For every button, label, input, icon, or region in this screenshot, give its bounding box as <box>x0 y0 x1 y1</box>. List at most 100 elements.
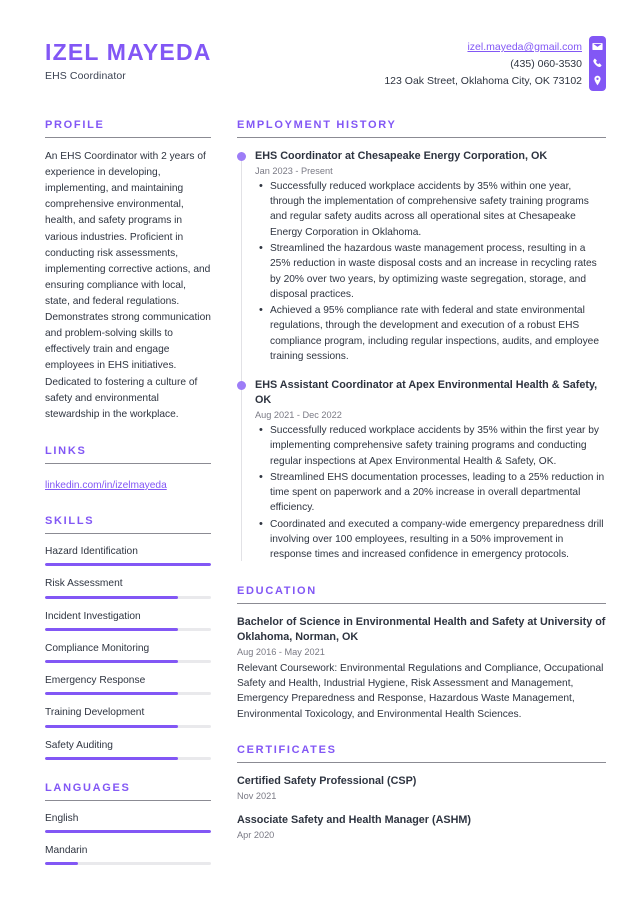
skill-item: Emergency Response <box>45 674 211 696</box>
language-label: Mandarin <box>45 845 88 857</box>
section-heading-links: LINKS <box>45 444 87 457</box>
skill-label: Emergency Response <box>45 675 146 687</box>
skill-bar-fill <box>45 724 178 728</box>
skill-label: Compliance Monitoring <box>45 642 150 654</box>
section-heading-employment: EMPLOYMENT HISTORY <box>237 119 397 131</box>
contact-block: izel.mayeda@gmail.com (435) 060-3530 123… <box>384 36 606 91</box>
employment-date-range: Aug 2021 - Dec 2022 <box>255 409 342 420</box>
skill-bar-fill <box>45 627 178 631</box>
section-divider <box>237 137 606 138</box>
employment-bullet: Successfully reduced workplace accidents… <box>255 422 606 469</box>
resume-page: IZEL MAYEDA EHS Coordinator izel.mayeda@… <box>0 0 640 905</box>
section-languages: LANGUAGES English Mandarin <box>45 782 211 866</box>
employment-job-title: EHS Assistant Coordinator at Apex Enviro… <box>255 379 598 407</box>
timeline-dot-icon <box>237 381 246 391</box>
education-entry: Bachelor of Science in Environmental Hea… <box>237 615 606 722</box>
language-bar-fill <box>45 830 211 834</box>
certificate-entry: Associate Safety and Health Manager (ASH… <box>237 813 606 840</box>
certificate-date: Apr 2020 <box>237 830 275 841</box>
section-heading-education: EDUCATION <box>237 584 317 597</box>
section-heading-certificates: CERTIFICATES <box>237 743 337 756</box>
employment-bullet: Coordinated and executed a company-wide … <box>255 516 606 563</box>
phone-icon <box>592 58 603 69</box>
skill-label: Safety Auditing <box>45 739 113 751</box>
section-certificates: CERTIFICATES Certified Safety Profession… <box>237 744 606 840</box>
section-divider <box>45 462 211 464</box>
education-degree: Bachelor of Science in Environmental Hea… <box>237 615 606 643</box>
skill-bar-track <box>45 692 211 696</box>
candidate-name: IZEL MAYEDA <box>45 39 212 65</box>
language-bar-track <box>45 830 211 834</box>
skill-bar-fill <box>45 595 178 599</box>
section-education: EDUCATION Bachelor of Science in Environ… <box>237 585 606 722</box>
timeline-dot-icon <box>237 152 246 161</box>
employment-entry: EHS Assistant Coordinator at Apex Enviro… <box>237 378 606 563</box>
skill-item: Safety Auditing <box>45 739 211 760</box>
contact-icon-rail <box>589 36 606 91</box>
skill-bar-track <box>45 595 211 599</box>
skill-item: Hazard Identification <box>45 545 211 567</box>
employment-timeline: EHS Coordinator at Chesapeake Energy Cor… <box>237 149 606 563</box>
skill-label: Risk Assessment <box>45 578 123 590</box>
envelope-icon <box>592 41 603 52</box>
certificate-entry: Certified Safety Professional (CSP) Nov … <box>237 774 606 801</box>
section-divider <box>237 602 606 604</box>
skill-bar-track <box>45 724 211 728</box>
contact-phone: (435) 060-3530 <box>510 58 582 70</box>
skill-bar-fill <box>45 692 178 696</box>
section-divider <box>45 137 211 138</box>
sidebar-column: PROFILE An EHS Coordinator with 2 years … <box>45 119 225 887</box>
language-bar-fill <box>45 862 79 866</box>
skill-bar-track <box>45 627 211 631</box>
certificate-date: Nov 2021 <box>237 791 277 802</box>
candidate-job-title: EHS Coordinator <box>45 70 126 83</box>
skill-item: Risk Assessment <box>45 577 211 599</box>
language-bar-track <box>45 862 211 866</box>
section-heading-languages: LANGUAGES <box>45 781 131 794</box>
skill-bar-track <box>45 756 211 760</box>
skill-item: Incident Investigation <box>45 610 211 631</box>
section-divider <box>45 533 211 535</box>
employment-date-range: Jan 2023 - Present <box>255 165 333 176</box>
identity-block: IZEL MAYEDA EHS Coordinator <box>45 36 212 82</box>
language-label: English <box>45 812 79 824</box>
main-column: EMPLOYMENT HISTORY EHS Coordinator at Ch… <box>225 119 606 887</box>
skill-label: Hazard Identification <box>45 546 138 558</box>
language-item: Mandarin <box>45 844 211 866</box>
employment-bullet-list: Successfully reduced workplace accidents… <box>255 178 606 365</box>
skill-label: Training Development <box>45 707 145 719</box>
section-heading-profile: PROFILE <box>45 119 105 131</box>
certificate-name: Associate Safety and Health Manager (ASH… <box>237 814 471 827</box>
resume-body: PROFILE An EHS Coordinator with 2 years … <box>0 91 640 887</box>
employment-entry: EHS Coordinator at Chesapeake Energy Cor… <box>237 149 606 365</box>
employment-bullet: Achieved a 95% compliance rate with fede… <box>255 302 606 364</box>
section-divider <box>45 799 211 801</box>
profile-summary-text: An EHS Coordinator with 2 years of exper… <box>45 151 211 420</box>
skill-bar-fill <box>45 563 211 567</box>
section-skills: SKILLS Hazard Identification Risk Assess… <box>45 515 211 760</box>
skill-item: Compliance Monitoring <box>45 642 211 664</box>
section-divider <box>237 761 606 763</box>
section-heading-skills: SKILLS <box>45 515 95 528</box>
education-date-range: Aug 2016 - May 2021 <box>237 646 325 657</box>
language-item: English <box>45 812 211 834</box>
skill-bar-fill <box>45 660 178 664</box>
contact-lines: izel.mayeda@gmail.com (435) 060-3530 123… <box>384 36 589 90</box>
certificate-name: Certified Safety Professional (CSP) <box>237 774 417 787</box>
employment-bullet-list: Successfully reduced workplace accidents… <box>255 422 606 563</box>
resume-header: IZEL MAYEDA EHS Coordinator izel.mayeda@… <box>0 0 640 91</box>
link-item-linkedin[interactable]: linkedin.com/in/izelmayeda <box>45 480 167 491</box>
skill-bar-track <box>45 563 211 567</box>
contact-address: 123 Oak Street, Oklahoma City, OK 73102 <box>384 75 582 87</box>
section-profile: PROFILE An EHS Coordinator with 2 years … <box>45 119 211 423</box>
contact-email[interactable]: izel.mayeda@gmail.com <box>384 39 582 56</box>
skill-item: Training Development <box>45 706 211 728</box>
section-employment-history: EMPLOYMENT HISTORY EHS Coordinator at Ch… <box>237 119 606 563</box>
employment-bullet: Streamlined the hazardous waste manageme… <box>255 240 606 302</box>
employment-job-title: EHS Coordinator at Chesapeake Energy Cor… <box>255 150 548 162</box>
education-description: Relevant Coursework: Environmental Regul… <box>237 662 604 720</box>
location-pin-icon <box>592 75 603 86</box>
employment-bullet: Streamlined EHS documentation processes,… <box>255 469 606 516</box>
section-links: LINKS linkedin.com/in/izelmayeda <box>45 445 211 493</box>
skill-bar-fill <box>45 756 178 760</box>
